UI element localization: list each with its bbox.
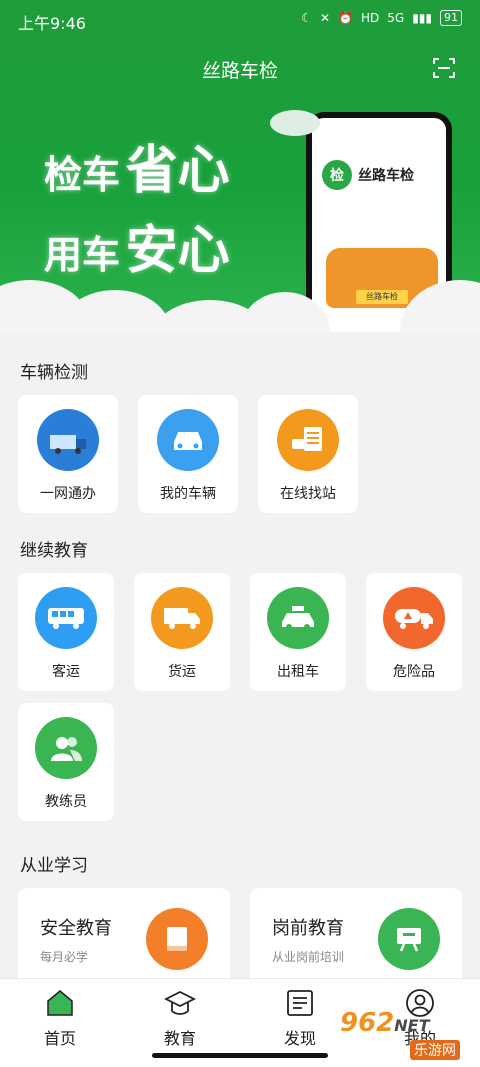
home-indicator[interactable]: [152, 1053, 328, 1058]
hero-banner: 上午9:46 ☾ ✕ ⏰ HD 5G ▮▮▮ 91 丝路车检 检车 省心 用车 …: [0, 0, 480, 332]
nav-home[interactable]: 首页: [20, 987, 100, 1049]
phone-logo: 检 丝路车检: [322, 160, 414, 190]
watermark-logo: 962NET 乐游网: [340, 1008, 474, 1062]
nav-label: 首页: [43, 1029, 76, 1048]
watermark-digits: 962: [340, 1008, 395, 1038]
watermark-suffix: NET: [394, 1016, 430, 1035]
bus-icon: [35, 587, 97, 649]
slogan-2-part-b: 安心: [125, 221, 230, 281]
learn-subtitle: 每月必学: [40, 950, 89, 964]
people-icon: [35, 717, 97, 779]
nav-discover[interactable]: 发现: [260, 987, 340, 1049]
board-icon: [378, 908, 440, 970]
graduation-cap-icon: [163, 990, 197, 1015]
battery-indicator: 91: [440, 10, 462, 26]
status-icons: ☾ ✕ ⏰ HD 5G ▮▮▮ 91: [301, 10, 462, 26]
station-icon: [277, 409, 339, 471]
edu-freight[interactable]: 货运: [134, 573, 230, 691]
license-plate: 丝路车检: [356, 290, 408, 304]
learn-safety-education[interactable]: 安全教育 每月必学: [18, 888, 230, 988]
edu-label: 危险品: [393, 664, 435, 680]
edu-label: 出租车: [277, 664, 319, 680]
section-title-continuing-education: 继续教育: [20, 541, 88, 561]
edu-taxi[interactable]: 出租车: [250, 573, 346, 691]
nav-label: 发现: [283, 1029, 316, 1048]
service-find-station[interactable]: 在线找站: [258, 395, 358, 513]
cloud-decoration: [270, 110, 320, 136]
section-title-employment-learning: 从业学习: [20, 856, 88, 876]
learn-subtitle: 从业岗前培训: [272, 950, 345, 964]
status-time: 上午9:46: [18, 14, 86, 33]
edu-passenger[interactable]: 客运: [18, 573, 114, 691]
truck-icon: [151, 587, 213, 649]
learn-title: 岗前教育: [272, 918, 344, 939]
edu-hazmat[interactable]: 危险品: [366, 573, 462, 691]
network-label: 5G: [387, 11, 405, 25]
slogan-1-part-a: 检车: [44, 153, 121, 197]
learn-preservice-education[interactable]: 岗前教育 从业岗前培训: [250, 888, 462, 988]
slogan-2-part-a: 用车: [44, 233, 121, 277]
book-icon: [146, 908, 208, 970]
watermark-number: 962NET: [340, 1008, 430, 1038]
alarm-icon: ⏰: [338, 11, 353, 25]
mute-icon: ✕: [319, 11, 331, 25]
page-title: 丝路车检: [201, 60, 278, 82]
edu-instructor[interactable]: 教练员: [18, 703, 114, 821]
service-my-vehicles[interactable]: 我的车辆: [138, 395, 238, 513]
nav-education[interactable]: 教育: [140, 987, 220, 1049]
slogan-line-1: 检车 省心: [44, 128, 230, 203]
edu-label: 教练员: [45, 794, 87, 810]
edu-label: 客运: [52, 664, 80, 680]
home-icon: [47, 990, 73, 1016]
signal-icon: ▮▮▮: [412, 11, 432, 25]
slogan-1-part-b: 省心: [125, 141, 230, 201]
newspaper-icon: [287, 990, 313, 1016]
nav-label: 教育: [163, 1029, 196, 1048]
service-one-network[interactable]: 一网通办: [18, 395, 118, 513]
status-bar: 上午9:46 ☾ ✕ ⏰ HD 5G ▮▮▮ 91: [0, 0, 480, 40]
service-label: 在线找站: [280, 486, 336, 502]
service-label: 我的车辆: [160, 486, 216, 502]
taxi-icon: [267, 587, 329, 649]
one-network-icon: [37, 409, 99, 471]
watermark-site: 乐游网: [410, 1040, 460, 1060]
car-icon: [157, 409, 219, 471]
edu-label: 货运: [168, 664, 196, 680]
hd-icon: HD: [360, 11, 380, 25]
tanker-icon: [383, 587, 445, 649]
logo-badge: 检: [322, 160, 352, 190]
section-title-vehicle-inspection: 车辆检测: [20, 363, 88, 383]
scan-icon[interactable]: [432, 56, 456, 80]
learn-title: 安全教育: [40, 918, 112, 939]
moon-icon: ☾: [301, 11, 312, 25]
slogan-line-2: 用车 安心: [44, 208, 230, 283]
service-label: 一网通办: [40, 486, 96, 502]
phone-logo-text: 丝路车检: [358, 168, 414, 184]
